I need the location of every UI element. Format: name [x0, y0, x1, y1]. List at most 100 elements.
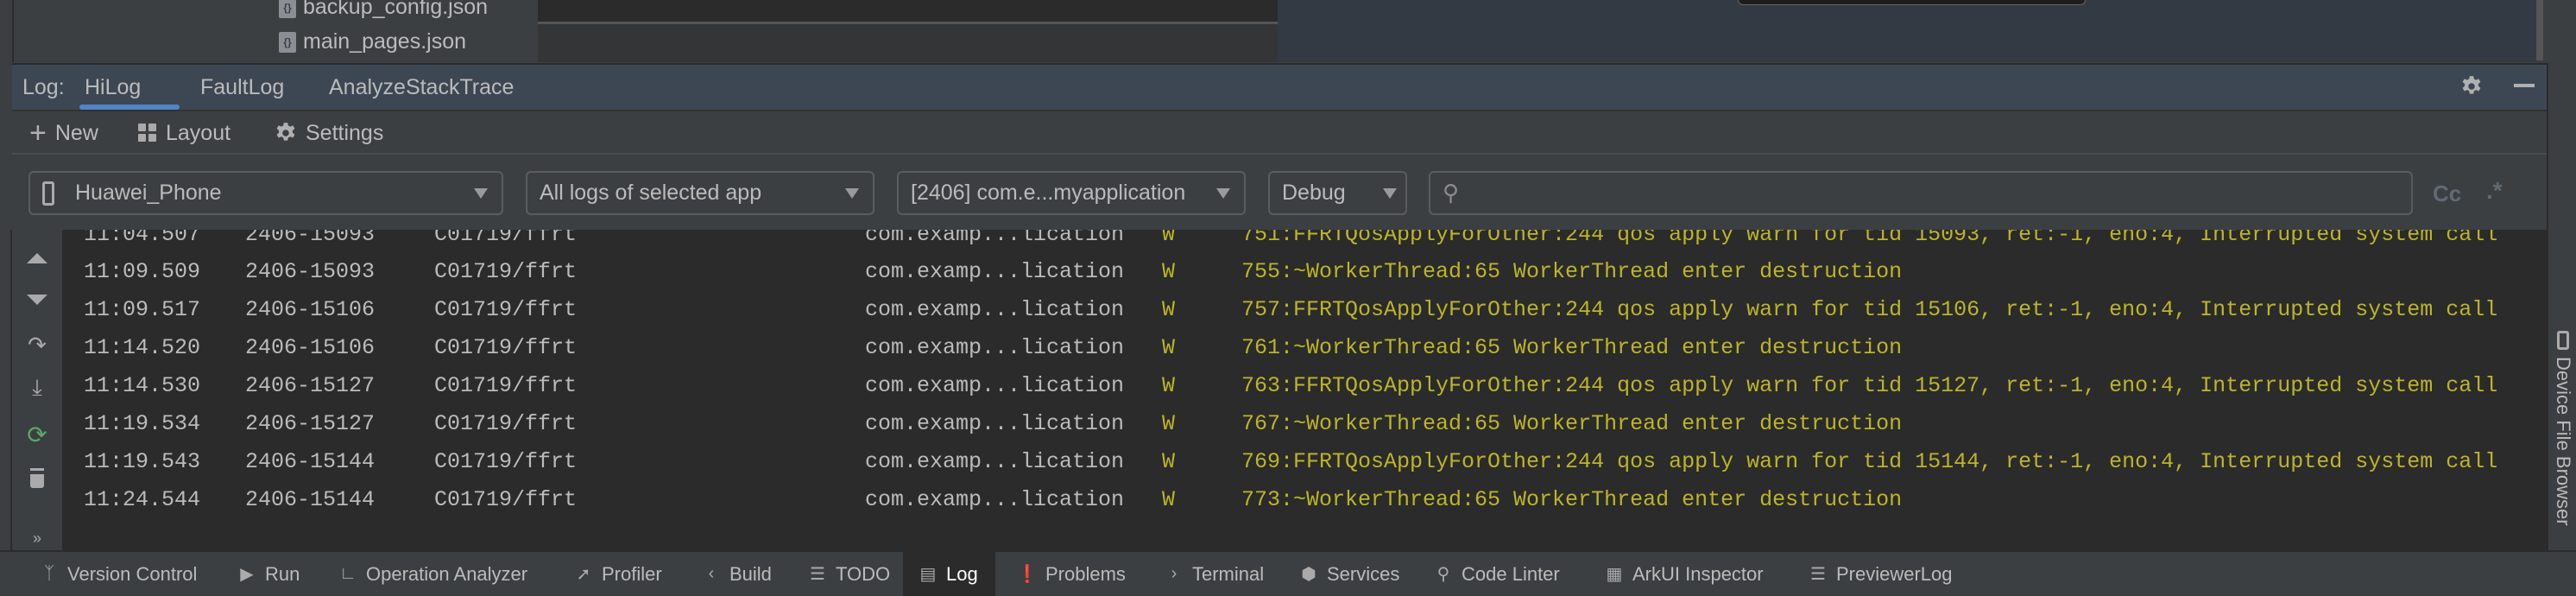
log-row[interactable]: 11:09.509 2406-15093 C01719/ffrt com.examp.…: [62, 253, 2547, 291]
log-row[interactable]: 11:14.530 2406-15127 C01719/ffrt com.examp.…: [62, 367, 2547, 405]
log-time: 11:19.534: [84, 411, 201, 436]
gear-icon: [276, 123, 295, 141]
log-row[interactable]: 11:19.534 2406-15127 C01719/ffrt com.examp.…: [62, 405, 2547, 443]
search-icon: ⚲: [1443, 180, 1460, 206]
tool-version-control[interactable]: ᛉ Version Control: [36, 552, 200, 596]
log-level-select[interactable]: Debug: [1268, 171, 1407, 215]
device-file-browser-tab[interactable]: Device File Browser: [2552, 331, 2574, 526]
tool-log[interactable]: ▤ Log: [903, 552, 995, 596]
log-row[interactable]: 11:24.544 2406-15144 C01719/ffrt com.examp.…: [62, 481, 2547, 519]
tool-problems[interactable]: ❗ Problems: [1014, 552, 1129, 596]
services-icon: ⬢: [1301, 565, 1316, 584]
log-level: W: [1162, 487, 1176, 512]
tab-faultlog[interactable]: FaultLog: [200, 65, 284, 110]
tree-file-backup-config[interactable]: {} backup_config.json: [279, 0, 488, 20]
tool-todo[interactable]: ☰ TODO: [805, 552, 893, 596]
previewer-scrollbar[interactable]: [2536, 0, 2543, 60]
device-select[interactable]: Huawei_Phone: [28, 171, 503, 215]
gear-icon[interactable]: [2460, 75, 2483, 98]
log-row[interactable]: 11:14.520 2406-15106 C01719/ffrt com.examp.…: [62, 329, 2547, 367]
log-scope-value: All logs of selected app: [540, 181, 762, 205]
log-level: W: [1162, 230, 1176, 247]
tool-previewer-log[interactable]: ☰ PreviewerLog: [1805, 552, 1956, 596]
new-label: New: [54, 120, 98, 145]
log-tag: C01719/ffrt: [434, 230, 578, 247]
log-message: 763:FFRTQosApplyForOther:244 qos apply w…: [1241, 373, 2498, 398]
log-time: 11:09.509: [84, 259, 201, 284]
tool-build[interactable]: ‹ Build: [698, 552, 775, 596]
log-pid: 2406-15144: [245, 487, 376, 512]
warning-icon: ❗: [1016, 565, 1039, 584]
log-pid: 2406-15093: [245, 259, 376, 284]
log-level: W: [1162, 335, 1176, 360]
tool-terminal[interactable]: › Terminal: [1161, 552, 1267, 596]
log-message: 755:~WorkerThread:65 WorkerThread enter …: [1241, 259, 1903, 284]
log-output[interactable]: 11:04.507 2406-15093 C01719/ffrt com.examp.…: [62, 230, 2547, 550]
tab-hilog[interactable]: HiLog: [85, 65, 141, 110]
tool-operation-analyzer[interactable]: ∟ Operation Analyzer: [335, 552, 531, 596]
log-tag: C01719/ffrt: [434, 373, 578, 398]
tool-profiler[interactable]: ➚ Profiler: [571, 552, 666, 596]
log-package: com.examp...lication: [865, 297, 1125, 322]
process-select[interactable]: [2406] com.e...myapplication: [897, 171, 1246, 215]
log-row[interactable]: 11:19.543 2406-15144 C01719/ffrt com.examp.…: [62, 443, 2547, 481]
log-time: 11:19.543: [84, 449, 201, 474]
chevron-down-icon: [1383, 188, 1397, 199]
tree-file-main-pages[interactable]: {} main_pages.json: [279, 29, 466, 54]
phone-preview-frame: [1738, 0, 2086, 5]
log-tag: C01719/ffrt: [434, 259, 578, 284]
file-name: backup_config.json: [303, 0, 489, 19]
tool-label: Version Control: [67, 562, 198, 585]
tool-label: Build: [729, 562, 772, 585]
log-level: W: [1162, 297, 1176, 322]
settings-button[interactable]: Settings: [275, 111, 383, 155]
restart-icon[interactable]: ⟳: [24, 422, 50, 448]
tool-arkui-inspector[interactable]: ▦ ArkUI Inspector: [1601, 552, 1767, 596]
scroll-down-icon[interactable]: [24, 287, 50, 313]
scroll-to-end-icon[interactable]: ⤓: [24, 374, 50, 401]
trash-icon[interactable]: [24, 466, 50, 492]
settings-label: Settings: [306, 120, 384, 145]
tool-label: Terminal: [1192, 562, 1265, 585]
layout-label: Layout: [166, 120, 231, 145]
soft-wrap-icon[interactable]: ↷: [24, 332, 50, 358]
tool-label: PreviewerLog: [1836, 562, 1953, 585]
log-tab-bar: Log: HiLog FaultLog AnalyzeStackTrace: [12, 63, 2547, 110]
regex-toggle[interactable]: .*: [2486, 177, 2503, 205]
tool-run[interactable]: ▶ Run: [234, 552, 303, 596]
project-tree: {} backup_config.json {} main_pages.json: [12, 0, 538, 62]
bottom-tool-bar: ᛉ Version Control ▶ Run ∟ Operation Analyze…: [0, 550, 2576, 596]
chart-icon: ∟: [339, 564, 357, 583]
play-icon: ▶: [240, 565, 254, 584]
log-package: com.examp...lication: [865, 259, 1125, 284]
log-row[interactable]: 11:04.507 2406-15093 C01719/ffrt com.examp.…: [62, 230, 2547, 254]
log-pid: 2406-15093: [245, 230, 376, 247]
log-message: 773:~WorkerThread:65 WorkerThread enter …: [1241, 487, 1903, 512]
tab-analyzestacktrace[interactable]: AnalyzeStackTrace: [329, 65, 514, 110]
tool-code-linter[interactable]: ⚲ Code Linter: [1430, 552, 1563, 596]
log-package: com.examp...lication: [865, 335, 1125, 360]
layout-button[interactable]: Layout: [138, 111, 230, 155]
log-row[interactable]: 11:09.517 2406-15106 C01719/ffrt com.examp.…: [62, 291, 2547, 329]
code-editor[interactable]: [538, 0, 1278, 62]
log-icon: ▤: [919, 565, 937, 584]
search-input[interactable]: ⚲: [1429, 171, 2413, 215]
chevron-down-icon: [474, 188, 488, 199]
device-file-browser-label: Device File Browser: [2553, 357, 2574, 526]
new-button[interactable]: + New: [29, 111, 98, 155]
layout-grid-icon: [138, 124, 156, 142]
log-message: 761:~WorkerThread:65 WorkerThread enter …: [1241, 335, 1903, 360]
plus-icon: +: [29, 116, 47, 149]
scroll-up-icon[interactable]: [24, 245, 50, 271]
log-label: Log:: [22, 75, 65, 99]
log-package: com.examp...lication: [865, 449, 1125, 474]
tool-services[interactable]: ⬢ Services: [1296, 552, 1403, 596]
more-icon[interactable]: »: [24, 525, 50, 551]
match-case-toggle[interactable]: Cc: [2433, 181, 2461, 207]
log-pid: 2406-15144: [245, 449, 376, 474]
log-time: 11:14.520: [84, 335, 201, 360]
chevron-down-icon: [1216, 188, 1230, 199]
log-time: 11:14.530: [84, 373, 201, 398]
minimize-icon[interactable]: [2514, 84, 2535, 87]
log-scope-select[interactable]: All logs of selected app: [526, 171, 874, 215]
